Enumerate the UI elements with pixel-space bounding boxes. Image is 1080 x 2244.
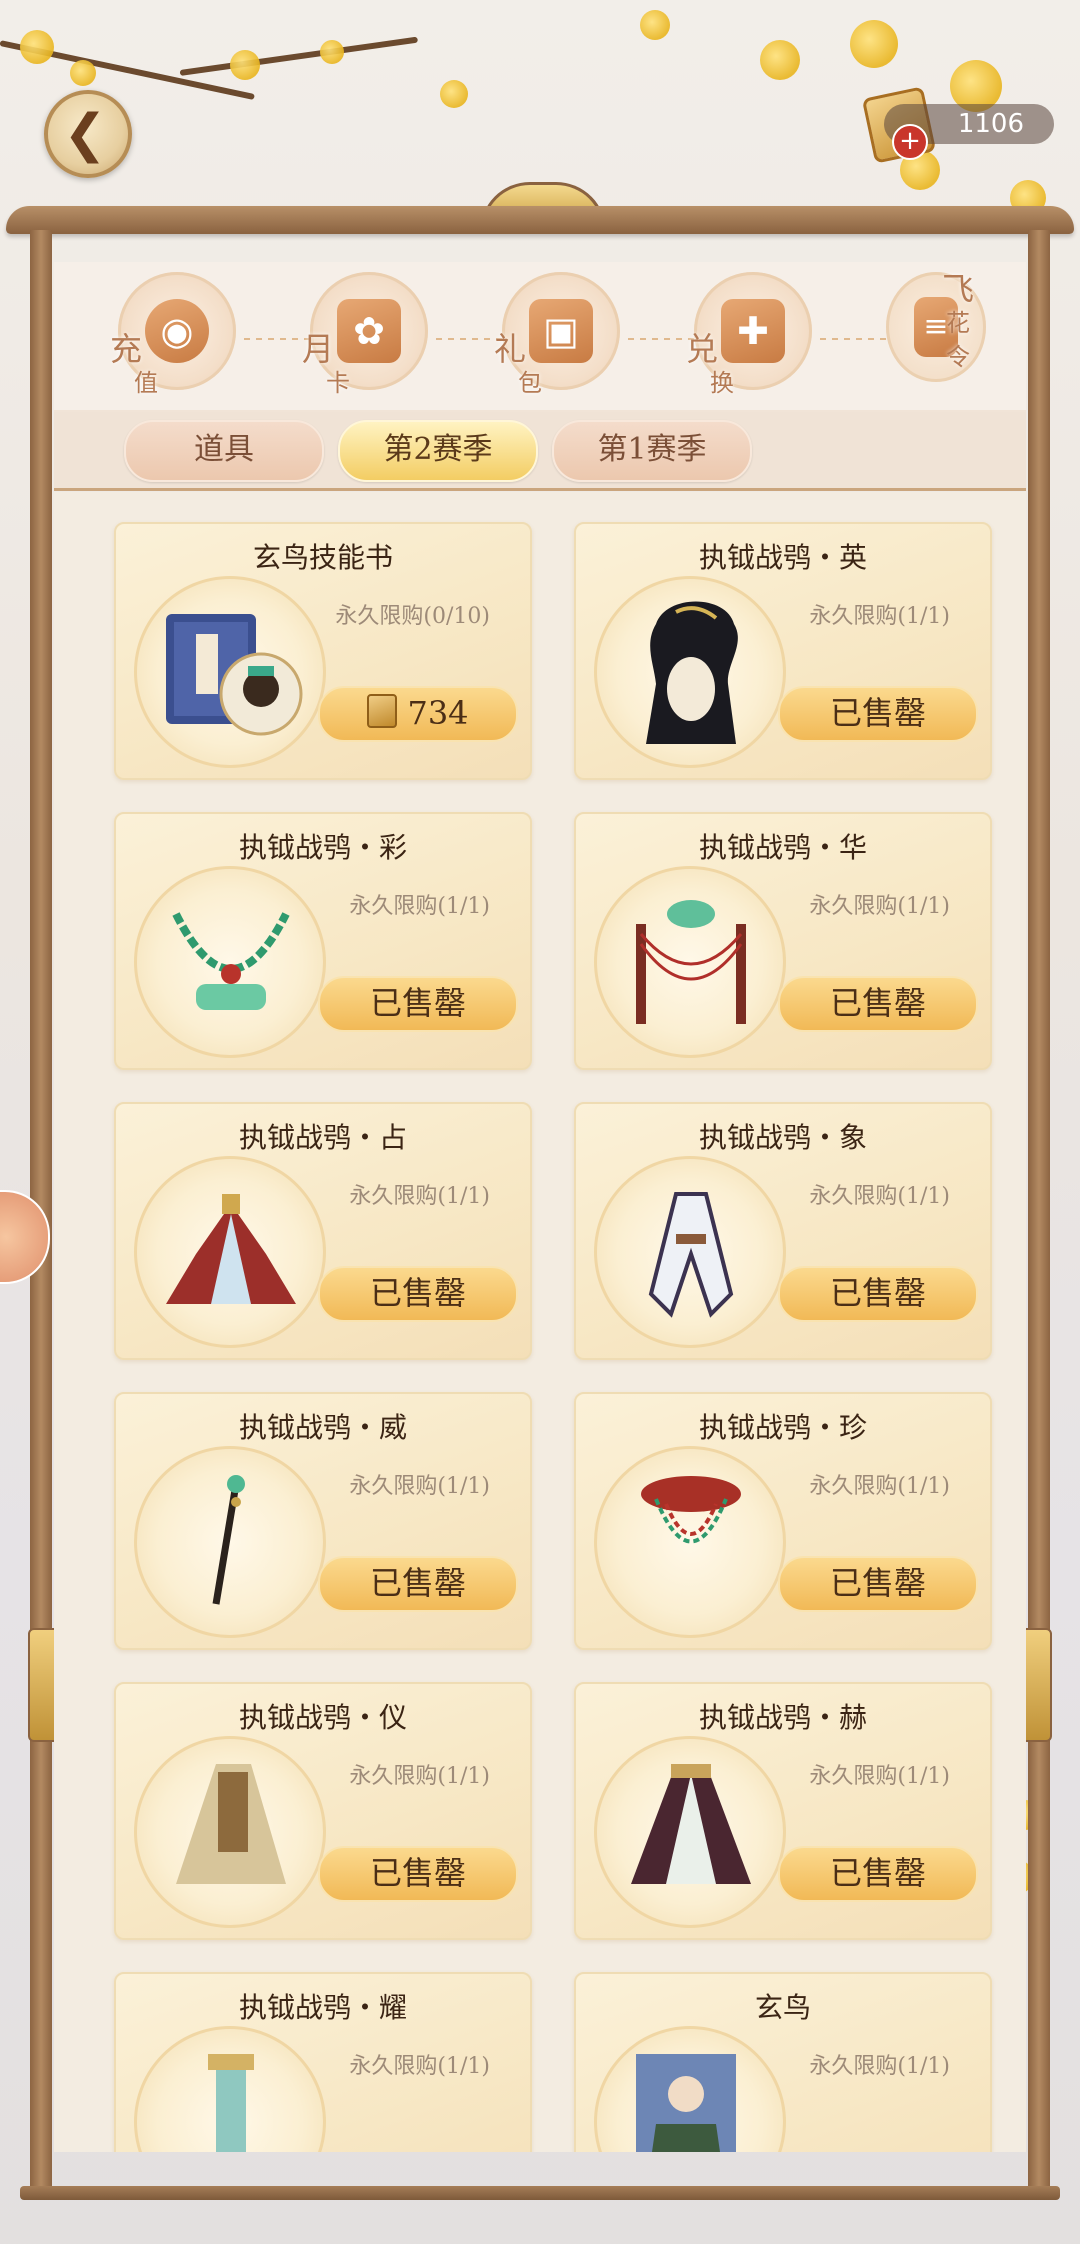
sold-out-button[interactable]: 已售罄 xyxy=(318,976,518,1032)
item-name: 执钺战鸮・耀 xyxy=(238,1991,407,2024)
frame-pillar-right xyxy=(1028,230,1050,2190)
roof-beam xyxy=(6,206,1074,234)
purchase-limit: 永久限购(1/1) xyxy=(349,1474,490,1499)
coin-icon: ◉ xyxy=(145,299,209,363)
button-label: 已售罄 xyxy=(369,1854,466,1892)
card-flower-icon: ✿ xyxy=(337,299,401,363)
item-image xyxy=(156,1174,306,1324)
button-label: 已售罄 xyxy=(369,1564,466,1602)
category-exchange[interactable]: ✚ 兑换 xyxy=(686,272,818,412)
button-label: 已售罄 xyxy=(829,984,926,1022)
item-image xyxy=(156,2044,306,2152)
currency-amount: 1106 xyxy=(957,109,1024,139)
sold-out-button[interactable]: 已售罄 xyxy=(318,1846,518,1902)
shop-item-card[interactable]: 执钺战鸮・华永久限购(1/1) 已售罄 xyxy=(574,812,992,1070)
tab-season-1[interactable]: 第1赛季 xyxy=(552,420,752,482)
shop-item-card[interactable]: 玄鸟技能书永久限购(0/10) 734 xyxy=(114,522,532,780)
item-name: 执钺战鸮・英 xyxy=(698,541,867,574)
item-image xyxy=(616,1754,766,1904)
shop-item-card[interactable]: 执钺战鸮・象永久限购(1/1) 已售罄 xyxy=(574,1102,992,1360)
button-label: 已售罄 xyxy=(369,984,466,1022)
purchase-limit: 永久限购(1/1) xyxy=(349,1764,490,1789)
item-image xyxy=(616,2044,766,2152)
shop-item-card[interactable]: 执钺战鸮・占永久限购(1/1) 已售罄 xyxy=(114,1102,532,1360)
item-image xyxy=(616,884,766,1034)
item-image xyxy=(156,594,306,744)
sold-out-button[interactable]: 已售罄 xyxy=(318,1556,518,1612)
shop-item-card[interactable]: 执钺战鸮・珍永久限购(1/1) 已售罄 xyxy=(574,1392,992,1650)
category-nav: ◉ 充值 ✿ 月卡 ▣ 礼包 ✚ 兑换 ≡ 飞花令 xyxy=(54,262,1026,412)
item-name: 执钺战鸮・赫 xyxy=(698,1701,867,1734)
category-monthly-card[interactable]: ✿ 月卡 xyxy=(302,272,434,412)
button-label: 734 xyxy=(407,694,469,732)
purchase-limit: 永久限购(0/10) xyxy=(335,604,490,629)
item-image xyxy=(156,1464,306,1614)
purchase-limit: 永久限购(1/1) xyxy=(349,1184,490,1209)
tab-items[interactable]: 道具 xyxy=(124,420,324,482)
shop-item-card[interactable]: 玄鸟永久限购(1/1) xyxy=(574,1972,992,2152)
purchase-limit: 永久限购(1/1) xyxy=(349,2054,490,2079)
purchase-limit: 永久限购(1/1) xyxy=(809,894,950,919)
sold-out-button[interactable]: 已售罄 xyxy=(778,1556,978,1612)
item-name: 执钺战鸮・华 xyxy=(698,831,867,864)
item-image xyxy=(616,1464,766,1614)
shop-item-card[interactable]: 执钺战鸮・威永久限购(1/1) 已售罄 xyxy=(114,1392,532,1650)
sold-out-button[interactable]: 已售罄 xyxy=(778,1266,978,1322)
tab-bar: 道具 第2赛季 第1赛季 xyxy=(54,410,1026,491)
shop-item-card[interactable]: 执钺战鸮・彩永久限购(1/1) 已售罄 xyxy=(114,812,532,1070)
purchase-limit: 永久限购(1/1) xyxy=(809,1764,950,1789)
buy-button[interactable]: 734 xyxy=(318,686,518,742)
item-name: 执钺战鸮・占 xyxy=(238,1121,407,1154)
item-image xyxy=(156,884,306,1034)
item-name: 执钺战鸮・珍 xyxy=(698,1411,867,1444)
item-image xyxy=(616,1174,766,1324)
purchase-limit: 永久限购(1/1) xyxy=(809,1474,950,1499)
gift-box-icon: ▣ xyxy=(529,299,593,363)
purchase-limit: 永久限购(1/1) xyxy=(809,604,950,629)
item-name: 执钺战鸮・彩 xyxy=(238,831,407,864)
token-icon xyxy=(367,694,398,728)
item-image xyxy=(156,1754,306,1904)
category-recharge[interactable]: ◉ 充值 xyxy=(110,272,242,412)
category-gift-pack[interactable]: ▣ 礼包 xyxy=(494,272,626,412)
item-name: 执钺战鸮・象 xyxy=(698,1121,867,1154)
gift-ribbon-icon: ✚ xyxy=(721,299,785,363)
sold-out-button[interactable]: 已售罄 xyxy=(778,686,978,742)
shop-panel[interactable]: 玄鸟技能书 永久限购(0/10) 734 执钺战鸮・英 永久限购(1/1) 已售罄 执钺战鸮… xyxy=(54,492,1026,2152)
button-label: 已售罄 xyxy=(829,1854,926,1892)
item-name: 执钺战鸮・仪 xyxy=(238,1701,407,1734)
shop-item-card[interactable]: 执钺战鸮・耀永久限购(1/1) xyxy=(114,1972,532,2152)
shop-item-card[interactable]: 执钺战鸮・仪永久限购(1/1) 已售罄 xyxy=(114,1682,532,1940)
frame-bottom-beam xyxy=(20,2186,1060,2200)
purchase-limit: 永久限购(1/1) xyxy=(809,2054,950,2079)
button-label: 已售罄 xyxy=(829,1564,926,1602)
purchase-limit: 永久限购(1/1) xyxy=(809,1184,950,1209)
purchase-limit: 永久限购(1/1) xyxy=(349,894,490,919)
back-chevron-icon: ❮ xyxy=(63,104,107,164)
shop-item-card[interactable]: 执钺战鸮・赫永久限购(1/1) 已售罄 xyxy=(574,1682,992,1940)
button-label: 已售罄 xyxy=(829,1274,926,1312)
sold-out-button[interactable]: 已售罄 xyxy=(318,1266,518,1322)
item-name: 执钺战鸮・威 xyxy=(238,1411,407,1444)
item-name: 玄鸟 xyxy=(754,1991,811,2024)
item-name: 玄鸟技能书 xyxy=(252,541,393,574)
frame-roof xyxy=(0,178,1080,248)
button-label: 已售罄 xyxy=(829,694,926,732)
category-feihualing[interactable]: ≡ 飞花令 xyxy=(880,272,1000,412)
button-label: 已售罄 xyxy=(369,1274,466,1312)
tab-season-2[interactable]: 第2赛季 xyxy=(338,420,538,482)
add-currency-button[interactable]: + xyxy=(892,124,928,160)
shop-item-card[interactable]: 执钺战鸮・英永久限购(1/1) 已售罄 xyxy=(574,522,992,780)
item-image xyxy=(616,594,766,744)
sold-out-button[interactable]: 已售罄 xyxy=(778,1846,978,1902)
sold-out-button[interactable]: 已售罄 xyxy=(778,976,978,1032)
back-button[interactable]: ❮ xyxy=(44,90,132,178)
